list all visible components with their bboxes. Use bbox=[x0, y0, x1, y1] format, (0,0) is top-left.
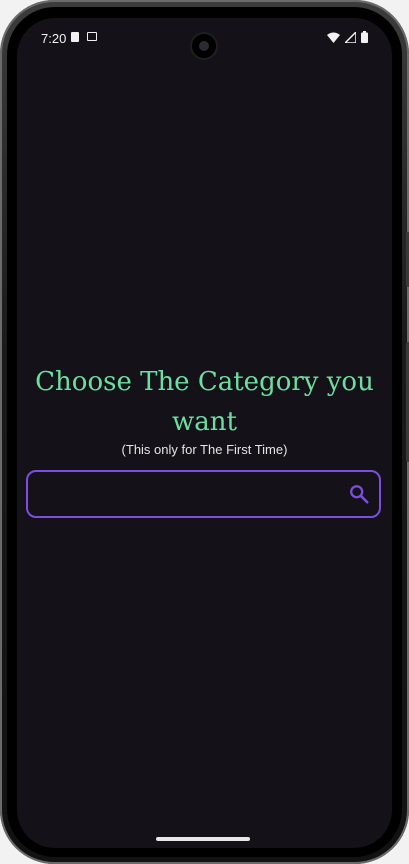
search-input[interactable] bbox=[40, 482, 344, 508]
sd-card-icon bbox=[71, 32, 79, 42]
status-bar: 7:20 bbox=[17, 18, 392, 62]
app-screen: 7:20 Choose The Category you want (This … bbox=[17, 18, 392, 848]
screenshot-icon bbox=[87, 32, 97, 41]
page-title: Choose The Category you want bbox=[35, 367, 374, 437]
status-icons bbox=[327, 31, 368, 43]
front-camera bbox=[192, 34, 216, 58]
search-field[interactable] bbox=[26, 470, 381, 518]
battery-icon bbox=[361, 31, 368, 43]
page-subtitle: (This only for The First Time) bbox=[121, 442, 288, 457]
device-frame: 7:20 Choose The Category you want (This … bbox=[0, 0, 409, 864]
cellular-signal-icon bbox=[345, 31, 356, 43]
home-indicator[interactable] bbox=[156, 837, 250, 841]
wifi-icon bbox=[327, 32, 340, 43]
search-icon[interactable] bbox=[348, 483, 370, 505]
status-time: 7:20 bbox=[41, 31, 67, 46]
